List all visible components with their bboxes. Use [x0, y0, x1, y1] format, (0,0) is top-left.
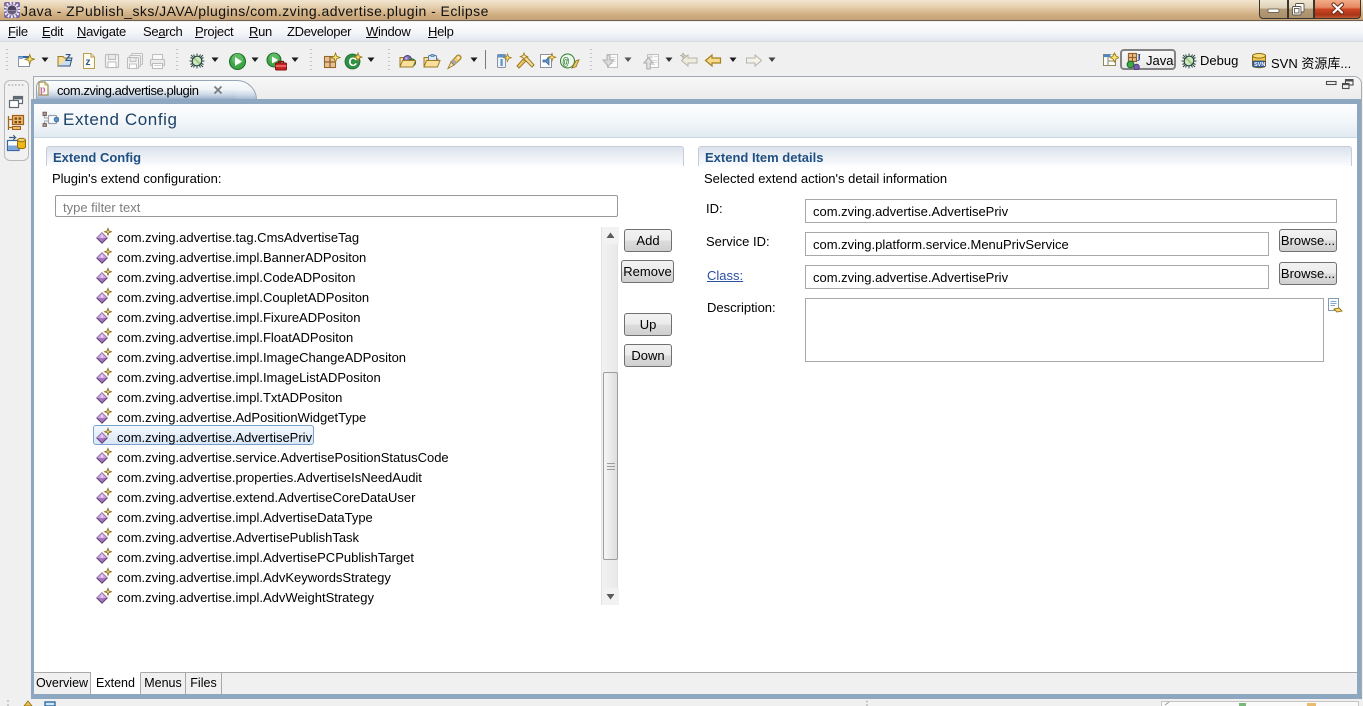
svg-text:J: J	[1136, 53, 1141, 64]
svg-text:p: p	[40, 85, 46, 96]
svg-text:Z: Z	[65, 53, 71, 64]
svg-text:SVN: SVN	[1254, 62, 1265, 68]
svg-text:@: @	[563, 57, 570, 69]
svg-text:z: z	[86, 57, 91, 68]
